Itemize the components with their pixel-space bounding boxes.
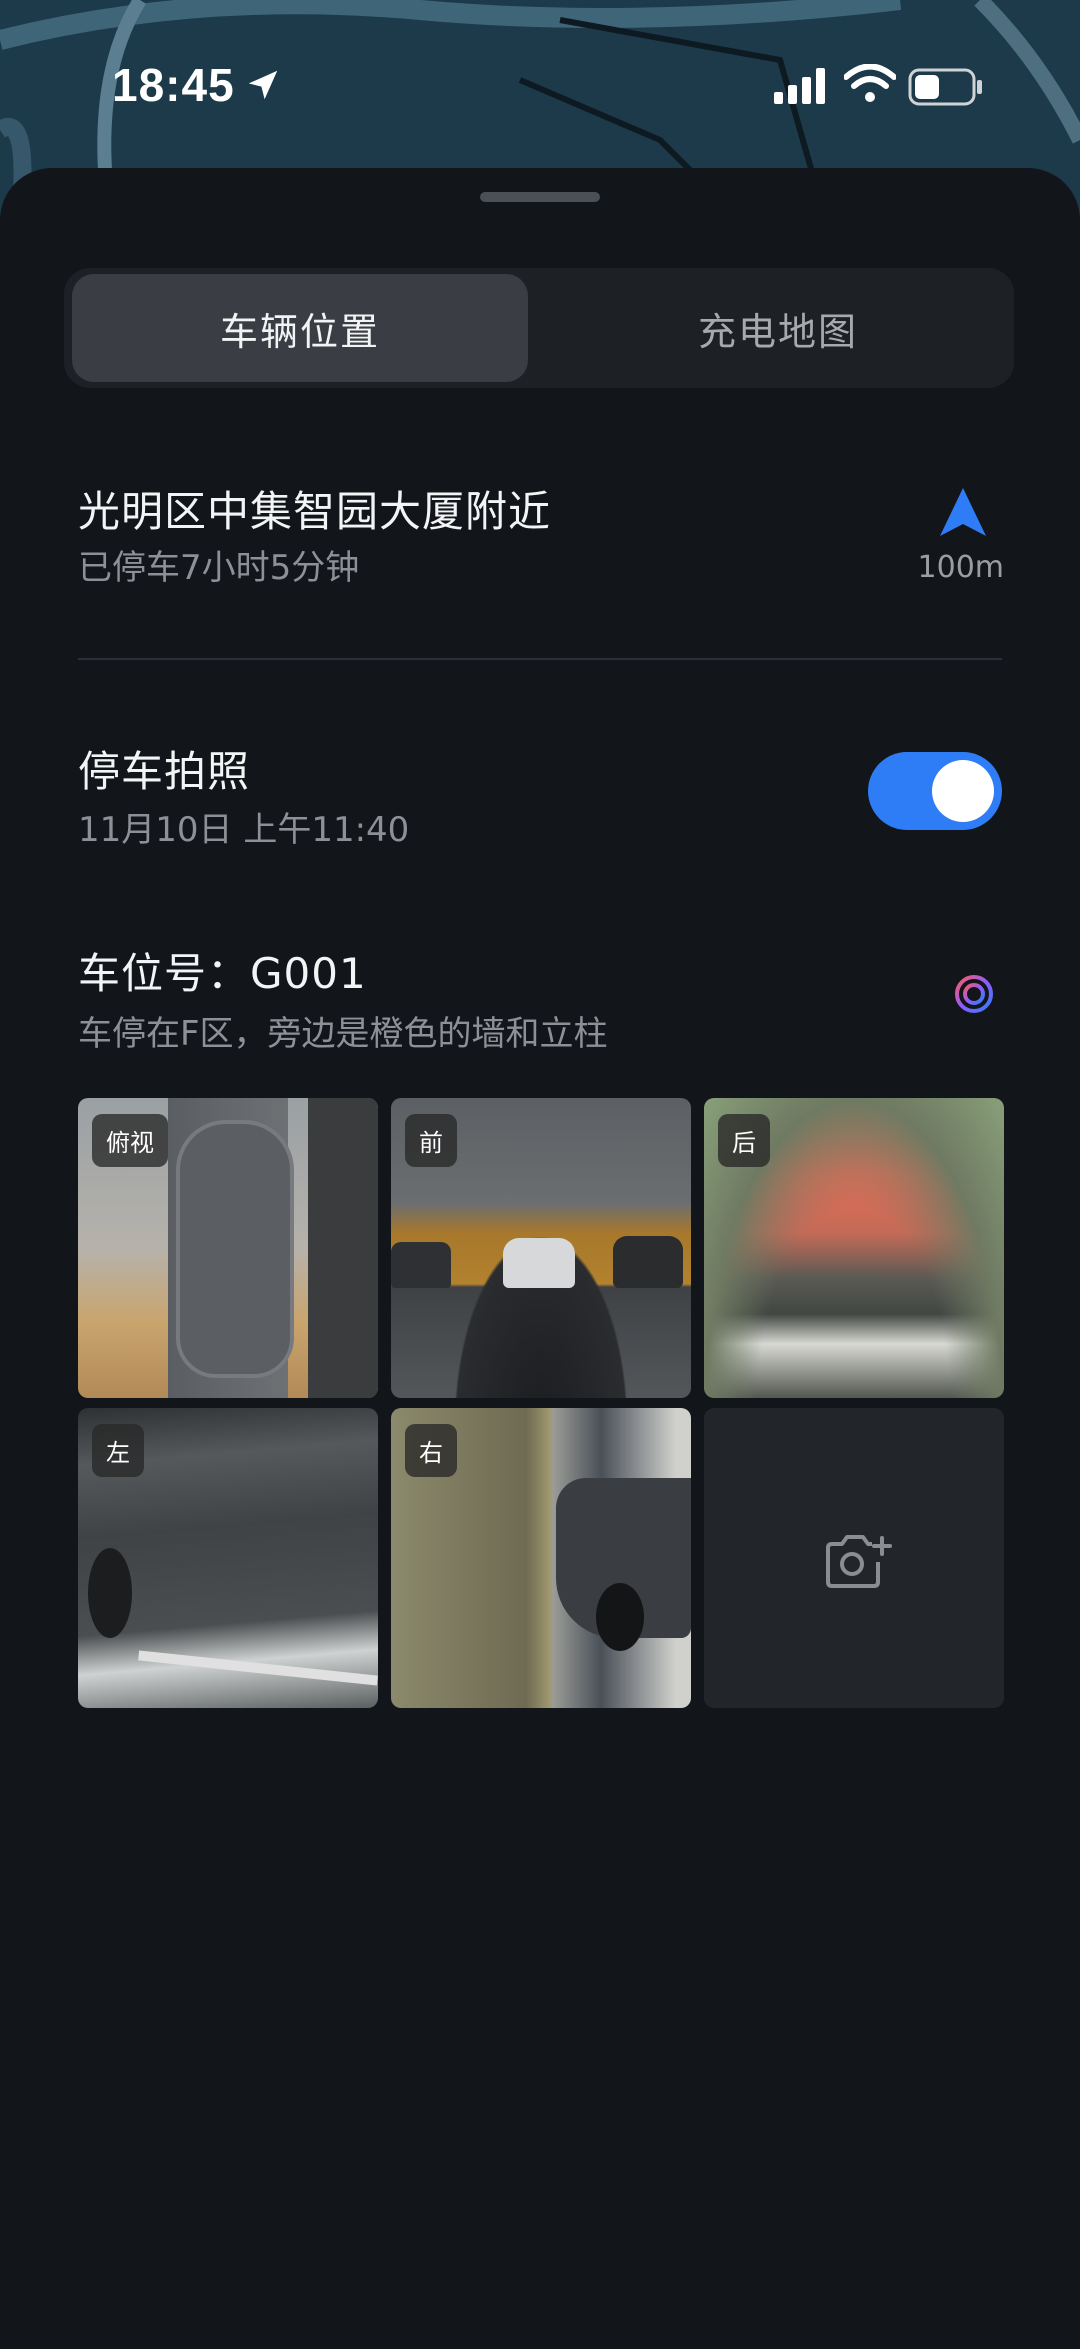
bottom-sheet: 车辆位置 充电地图 光明区中集智园大厦附近 已停车7小时5分钟 100m 停车拍…	[0, 168, 1080, 2349]
add-photo-button[interactable]	[704, 1408, 1004, 1708]
lane-stripe	[138, 1650, 378, 1686]
car-shape	[503, 1238, 575, 1288]
car-top-view-shape	[176, 1120, 294, 1378]
status-bar: 18:45	[0, 0, 1080, 170]
status-time: 18:45	[112, 59, 235, 111]
wheel-shape	[596, 1583, 644, 1651]
parking-spot-title: 车位号：G001	[78, 949, 367, 998]
sheet-grabber[interactable]	[480, 192, 600, 202]
parking-photo-timestamp: 11月10日 上午11:40	[78, 810, 410, 850]
photo-front[interactable]: 前	[391, 1098, 691, 1398]
photo-right[interactable]: 右	[391, 1408, 691, 1708]
segmented-control: 车辆位置 充电地图	[64, 268, 1014, 388]
photo-left[interactable]: 左	[78, 1408, 378, 1708]
toggle-knob	[932, 760, 994, 822]
photo-top-view[interactable]: 俯视	[78, 1098, 378, 1398]
cellular-signal-icon	[774, 68, 825, 104]
ai-swirl-icon[interactable]	[952, 972, 996, 1016]
distance-label: 100m	[917, 550, 1004, 585]
camera-plus-icon	[826, 1535, 892, 1588]
battery-icon	[908, 68, 982, 106]
photo-grid: 俯视 前 后 左 右	[78, 1098, 1004, 1708]
car-shape	[391, 1242, 451, 1288]
location-title: 光明区中集智园大厦附近	[78, 487, 552, 536]
wifi-icon	[844, 64, 896, 102]
parking-spot-description: 车停在F区，旁边是橙色的墙和立柱	[78, 1014, 608, 1054]
parked-duration: 已停车7小时5分钟	[78, 548, 360, 588]
navigation-arrow-icon[interactable]	[938, 486, 988, 538]
pillar-shape	[308, 1098, 378, 1398]
tab-charging-map[interactable]: 充电地图	[550, 274, 1006, 382]
location-arrow-icon	[248, 70, 278, 100]
tab-vehicle-location[interactable]: 车辆位置	[72, 274, 528, 382]
photo-label: 左	[92, 1424, 144, 1477]
photo-label: 右	[405, 1424, 457, 1477]
photo-label: 前	[405, 1114, 457, 1167]
wheel-shape	[88, 1548, 132, 1638]
photo-label: 俯视	[92, 1114, 168, 1167]
photo-rear[interactable]: 后	[704, 1098, 1004, 1398]
divider	[78, 658, 1002, 660]
photo-label: 后	[718, 1114, 770, 1167]
parking-photo-title: 停车拍照	[78, 747, 251, 796]
parking-photo-toggle[interactable]	[868, 752, 1002, 830]
car-shape	[613, 1236, 683, 1288]
